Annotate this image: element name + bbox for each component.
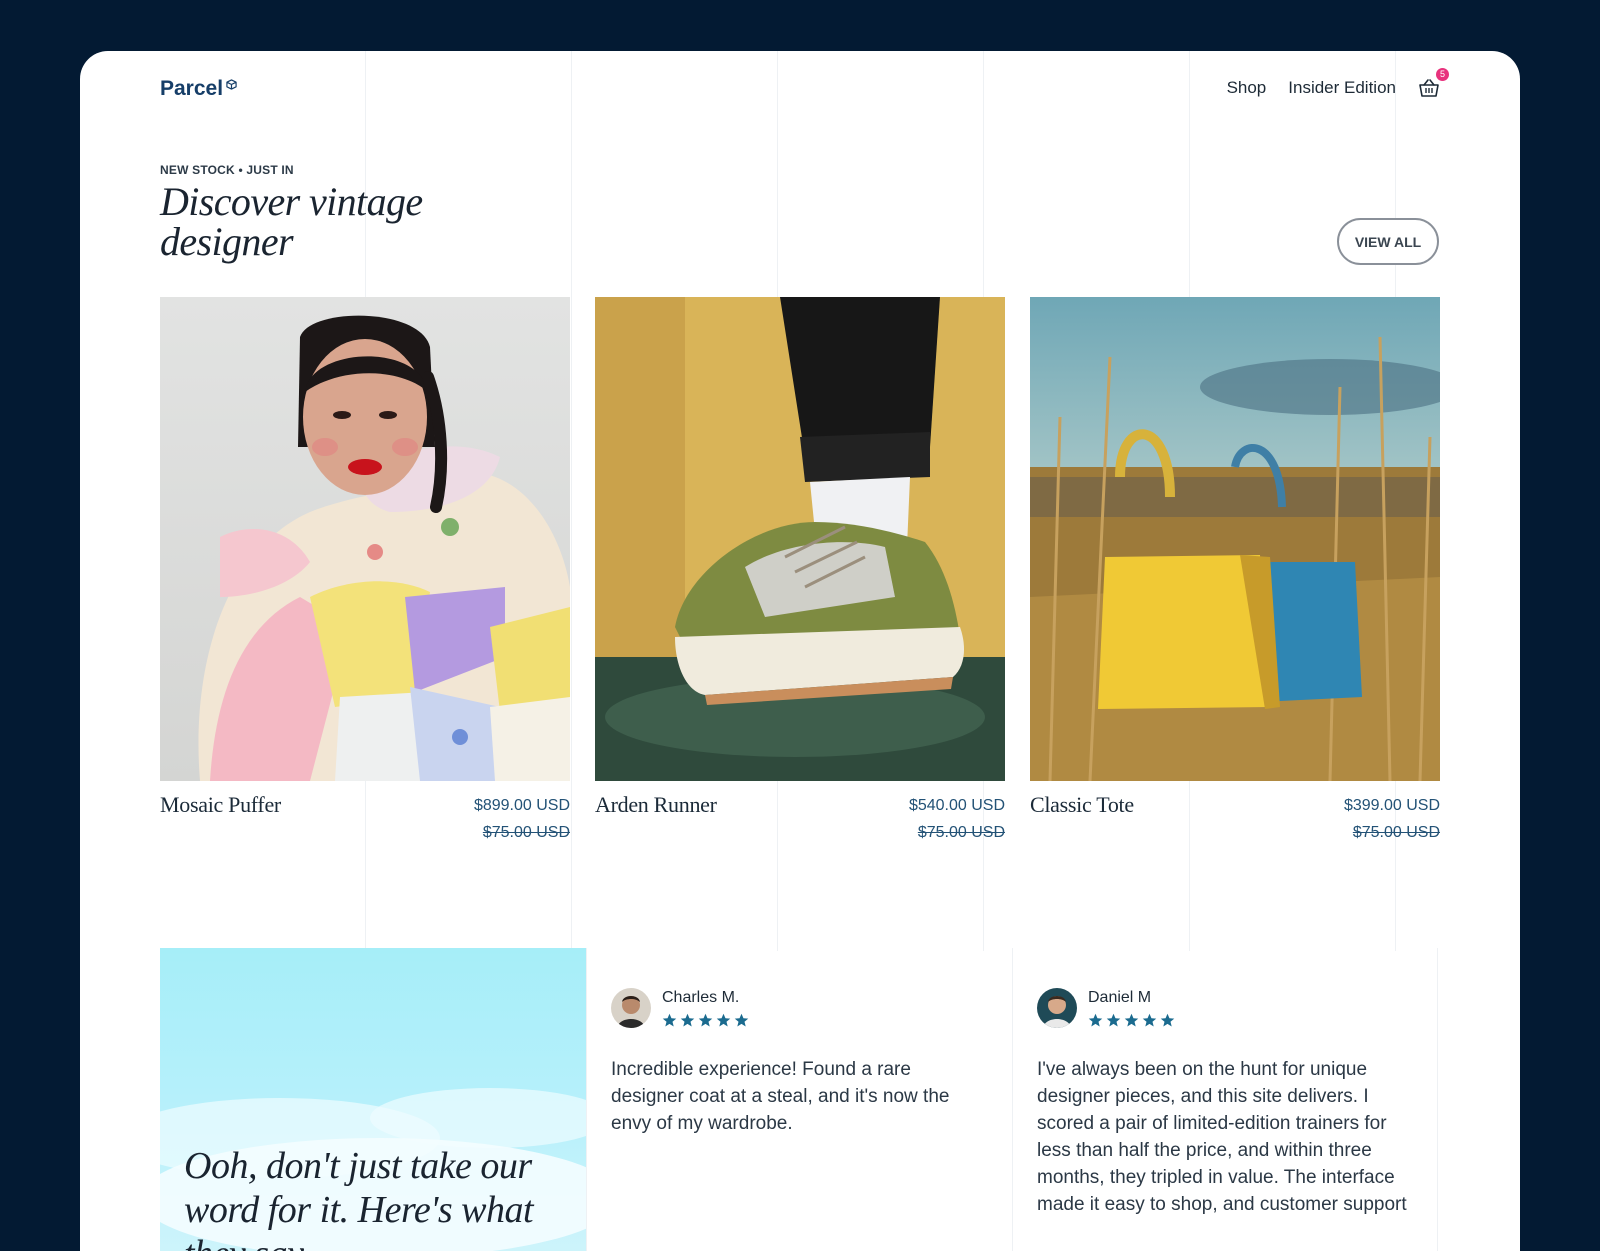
star-icon (662, 1013, 677, 1027)
product-old-price: $75.00 USD (482, 824, 570, 841)
product-image-runner[interactable] (595, 297, 1005, 781)
star-icon (1088, 1013, 1103, 1027)
product-card[interactable]: Classic Tote $399.00 USD $75.00 USD (1030, 297, 1440, 841)
testimonial-headline: Ooh, don't just take our word for it. He… (184, 1145, 534, 1251)
reviewer-name: Daniel M (1088, 989, 1152, 1006)
star-icon (1124, 1013, 1139, 1027)
product-name[interactable]: Mosaic Puffer (160, 792, 281, 818)
nav-shop-link[interactable]: Shop (1227, 78, 1267, 98)
star-rating (662, 1013, 749, 1028)
product-image-tote[interactable] (1030, 297, 1440, 781)
nav-insider-link[interactable]: Insider Edition (1288, 78, 1396, 98)
star-icon (680, 1013, 695, 1027)
star-icon (1106, 1013, 1121, 1027)
product-price: $540.00 USD (908, 797, 1005, 814)
review-card: Charles M. Incredible experience! Found … (586, 948, 1012, 1251)
reviewer-name: Charles M. (662, 989, 740, 1006)
page-frame: Parcel Shop Insider Edition 5 NEW STOCK … (80, 51, 1520, 1251)
brand-logo[interactable]: Parcel (160, 77, 237, 101)
product-old-price: $75.00 USD (917, 824, 1005, 841)
nav-links: Shop Insider Edition 5 (1227, 68, 1449, 99)
star-icon (734, 1013, 749, 1027)
product-name[interactable]: Arden Runner (595, 792, 717, 818)
star-icon (716, 1013, 731, 1027)
cart-count-badge: 5 (1436, 68, 1449, 81)
avatar (1037, 988, 1077, 1028)
testimonials-section: Ooh, don't just take our word for it. He… (160, 948, 1440, 1251)
top-nav: Parcel Shop Insider Edition 5 (160, 68, 1449, 111)
section-title: Discover vintage designer (160, 179, 423, 264)
basket-icon (1419, 79, 1439, 97)
box-icon (226, 79, 237, 90)
avatar (611, 988, 651, 1028)
product-old-price: $75.00 USD (1352, 824, 1440, 841)
cart-button[interactable]: 5 (1418, 68, 1449, 99)
product-price: $399.00 USD (1343, 797, 1440, 814)
review-text: I've always been on the hunt for unique … (1037, 1059, 1407, 1215)
product-card[interactable]: Mosaic Puffer $899.00 USD $75.00 USD (160, 297, 570, 841)
testimonial-banner: Ooh, don't just take our word for it. He… (160, 948, 586, 1251)
product-price: $899.00 USD (473, 797, 570, 814)
review-text: Incredible experience! Found a rare desi… (611, 1059, 950, 1134)
brand-name: Parcel (160, 77, 224, 100)
star-icon (698, 1013, 713, 1027)
view-all-button[interactable]: VIEW ALL (1337, 218, 1439, 265)
star-icon (1160, 1013, 1175, 1027)
star-icon (1142, 1013, 1157, 1027)
section-eyebrow: NEW STOCK • JUST IN (160, 163, 294, 177)
product-card[interactable]: Arden Runner $540.00 USD $75.00 USD (595, 297, 1005, 841)
star-rating (1088, 1013, 1175, 1028)
grid-line (571, 51, 572, 951)
review-card: Daniel M I've always been on the hunt fo… (1012, 948, 1438, 1251)
product-name[interactable]: Classic Tote (1030, 792, 1134, 818)
product-image-puffer[interactable] (160, 297, 570, 781)
